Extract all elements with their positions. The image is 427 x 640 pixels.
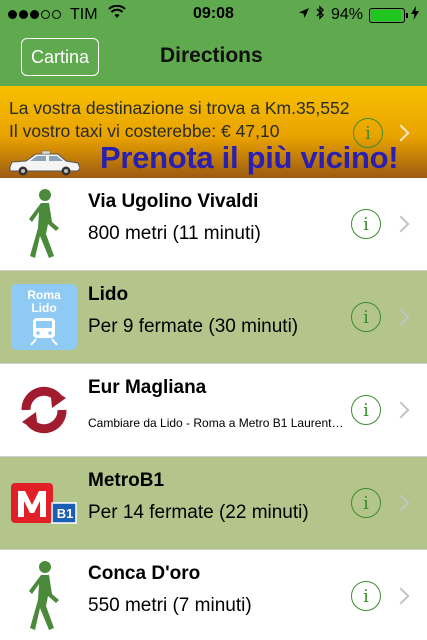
route-step-conca-doro[interactable]: Conca D'oro 550 metri (7 minuti) i (0, 550, 427, 640)
route-step-lido[interactable]: Roma Lido Lido Per 9 fermate (30 minuti)… (0, 271, 427, 364)
roma-lido-train-icon: Roma Lido (10, 279, 78, 355)
status-bar: TIM 09:08 94% (0, 0, 427, 30)
transfer-arrows-icon (10, 372, 78, 448)
roma-lido-icon-label: Roma Lido (27, 288, 61, 315)
step-info-button[interactable]: i (351, 581, 381, 611)
navigation-bar: Cartina Directions (0, 30, 427, 86)
chevron-right-icon (392, 401, 410, 419)
step-title: Eur Magliana (88, 377, 207, 398)
chevron-right-icon (392, 215, 410, 233)
step-info-button[interactable]: i (351, 488, 381, 518)
metro-b1-label: B1 (56, 506, 74, 521)
location-arrow-icon (298, 6, 310, 24)
step-subtitle: Per 9 fermate (30 minuti) (88, 316, 299, 337)
page-title: Directions (160, 44, 263, 67)
step-title: MetroB1 (88, 470, 165, 491)
battery-icon (369, 7, 408, 23)
taxi-distance-text: La vostra destinazione si trova a Km.35,… (9, 98, 350, 118)
step-info-button[interactable]: i (351, 395, 381, 425)
cartina-button[interactable]: Cartina (21, 38, 99, 76)
step-info-button[interactable]: i (351, 209, 381, 239)
taxi-cost-text: Il vostro taxi vi costerebbe: € 47,10 (9, 121, 280, 141)
bluetooth-icon (316, 5, 325, 25)
chevron-right-icon (392, 308, 410, 326)
battery-percent: 94% (330, 6, 363, 23)
step-title: Via Ugolino Vivaldi (88, 191, 259, 212)
chevron-right-icon (392, 124, 410, 142)
step-title: Conca D'oro (88, 563, 201, 584)
route-step-metrob1[interactable]: B1 MetroB1 Per 14 fermate (22 minuti) i (0, 457, 427, 550)
step-subtitle: 800 metri (11 minuti) (88, 223, 261, 244)
walking-person-icon (10, 558, 78, 634)
taxi-banner[interactable]: La vostra destinazione si trova a Km.35,… (0, 86, 427, 178)
taxi-car-icon (6, 150, 82, 178)
chevron-right-icon (392, 494, 410, 512)
step-title: Lido (88, 284, 129, 305)
walking-person-icon (10, 186, 78, 262)
route-step-via-ugolino-vivaldi[interactable]: Via Ugolino Vivaldi 800 metri (11 minuti… (0, 178, 427, 271)
step-subtitle: Per 14 fermate (22 minuti) (88, 502, 309, 523)
step-subtitle: Cambiare da Lido - Roma a Metro B1 Laure… (88, 416, 344, 430)
battery-fill (371, 9, 402, 21)
step-subtitle: 550 metri (7 minuti) (88, 595, 252, 616)
step-info-button[interactable]: i (351, 302, 381, 332)
book-nearest-taxi-link[interactable]: Prenota il più vicino! (100, 140, 399, 176)
charging-bolt-icon (411, 5, 419, 25)
metro-b1-icon: B1 (10, 465, 78, 541)
taxi-info-button[interactable]: i (353, 118, 383, 148)
chevron-right-icon (392, 587, 410, 605)
status-right-group: 94% (298, 5, 419, 25)
route-step-eur-magliana[interactable]: Eur Magliana Cambiare da Lido - Roma a M… (0, 364, 427, 457)
